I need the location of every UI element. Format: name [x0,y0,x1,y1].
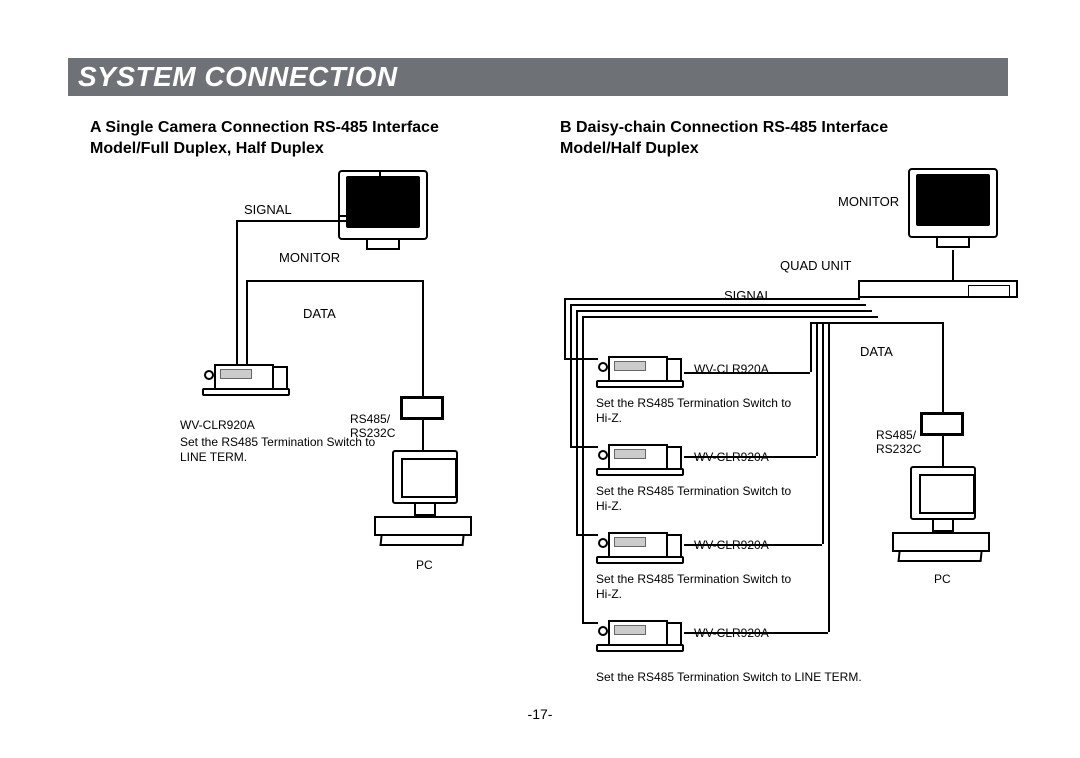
pc-device-b [892,466,990,566]
label-cam-b2-note: Set the RS485 Termination Switch to Hi-Z… [596,484,796,514]
camera-device-b1 [596,350,684,392]
section-a-heading-line2: Model/Full Duplex, Half Duplex [90,140,324,157]
camera-device-b3 [596,526,684,568]
label-data-a: DATA [303,306,336,321]
section-a-heading-line1: A Single Camera Connection RS-485 Interf… [90,119,439,136]
camera-device-b2 [596,438,684,480]
label-signal-b: SIGNAL [724,288,772,303]
label-signal-a: SIGNAL [244,202,292,217]
monitor-device-a [338,170,428,252]
rs485-adapter-b [920,412,964,436]
label-quad-unit: QUAD UNIT [780,258,852,273]
quad-unit-device [858,280,1018,298]
camera-device-a [202,358,290,400]
section-b-heading: B Daisy-chain Connection RS-485 Interfac… [560,118,960,160]
section-b-heading-line1: B Daisy-chain Connection RS-485 Interfac… [560,119,888,136]
label-data-b: DATA [860,344,893,359]
pc-device-a [374,450,472,550]
label-monitor-b: MONITOR [838,194,899,209]
label-adapter-b: RS485/ RS232C [876,428,924,456]
label-cam-b1-note: Set the RS485 Termination Switch to Hi-Z… [596,396,796,426]
diagram-area: SIGNAL MONITOR DATA WV-CLR920A Set the R… [68,160,1008,720]
label-adapter-a: RS485/ RS232C [350,412,400,440]
label-cam-b3-note: Set the RS485 Termination Switch to Hi-Z… [596,572,796,602]
label-camera-model-a: WV-CLR920A [180,418,255,432]
label-pc-a: PC [416,558,433,572]
section-b-heading-line2: Model/Half Duplex [560,140,699,157]
camera-device-b4 [596,614,684,656]
section-a-heading: A Single Camera Connection RS-485 Interf… [90,118,490,160]
page-title-bar: SYSTEM CONNECTION [68,58,1008,96]
label-monitor-a: MONITOR [279,250,340,265]
page-number: -17- [0,706,1080,722]
page-title: SYSTEM CONNECTION [68,61,398,93]
label-pc-b: PC [934,572,951,586]
rs485-adapter-a [400,396,444,420]
label-last-note-b: Set the RS485 Termination Switch to LINE… [596,670,996,684]
monitor-device-b [908,168,998,250]
